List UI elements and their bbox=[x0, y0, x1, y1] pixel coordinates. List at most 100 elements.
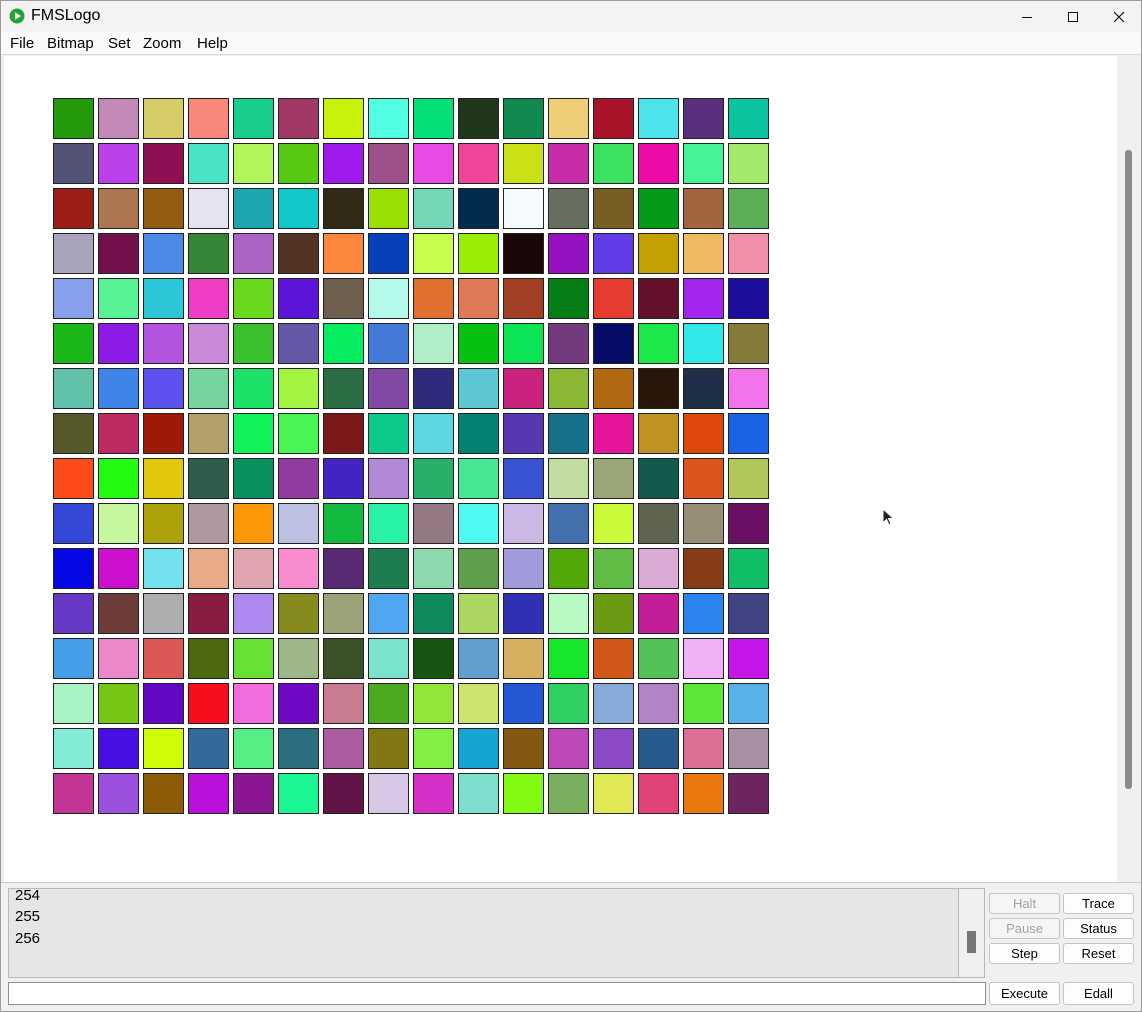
history-line[interactable]: 256 bbox=[15, 929, 40, 949]
color-swatch bbox=[143, 728, 184, 769]
color-swatch bbox=[593, 593, 634, 634]
menu-bitmap[interactable]: Bitmap bbox=[46, 35, 95, 52]
color-swatch bbox=[413, 188, 454, 229]
color-swatch bbox=[593, 323, 634, 364]
color-swatch bbox=[188, 188, 229, 229]
title-bar[interactable]: FMSLogo bbox=[1, 1, 1141, 32]
color-swatch bbox=[503, 458, 544, 499]
execute-button[interactable]: Execute bbox=[989, 982, 1060, 1005]
color-swatch bbox=[728, 728, 769, 769]
color-swatch bbox=[368, 503, 409, 544]
color-swatch bbox=[143, 278, 184, 319]
color-swatch bbox=[638, 503, 679, 544]
close-button[interactable] bbox=[1096, 1, 1142, 32]
color-swatch bbox=[503, 413, 544, 454]
color-swatch bbox=[233, 593, 274, 634]
color-swatch bbox=[593, 728, 634, 769]
canvas-scroll-thumb[interactable] bbox=[1125, 150, 1132, 789]
color-swatch bbox=[638, 728, 679, 769]
color-swatch bbox=[233, 773, 274, 814]
color-swatch bbox=[233, 368, 274, 409]
command-input[interactable] bbox=[8, 982, 986, 1005]
step-button[interactable]: Step bbox=[989, 943, 1060, 964]
color-swatch bbox=[638, 143, 679, 184]
color-swatch bbox=[413, 593, 454, 634]
color-swatch bbox=[323, 548, 364, 589]
color-swatch bbox=[413, 503, 454, 544]
minimize-button[interactable] bbox=[1004, 1, 1050, 32]
commander-history-list[interactable]: 254 255 256 bbox=[8, 888, 959, 978]
color-swatch bbox=[728, 773, 769, 814]
color-swatch bbox=[548, 683, 589, 724]
color-swatch bbox=[233, 638, 274, 679]
menu-help[interactable]: Help bbox=[196, 35, 229, 52]
menu-zoom[interactable]: Zoom bbox=[142, 35, 182, 52]
menu-file[interactable]: File bbox=[9, 35, 35, 52]
color-swatch bbox=[53, 458, 94, 499]
color-swatch bbox=[278, 413, 319, 454]
color-swatch bbox=[323, 368, 364, 409]
color-swatch bbox=[53, 593, 94, 634]
color-swatch bbox=[683, 593, 724, 634]
color-swatch bbox=[143, 773, 184, 814]
color-swatch bbox=[98, 413, 139, 454]
color-swatch bbox=[278, 458, 319, 499]
color-swatch bbox=[98, 503, 139, 544]
edall-button[interactable]: Edall bbox=[1063, 982, 1134, 1005]
color-swatch bbox=[548, 143, 589, 184]
history-scrollbar[interactable] bbox=[959, 888, 985, 978]
color-swatch bbox=[53, 728, 94, 769]
color-swatch bbox=[503, 368, 544, 409]
color-swatch bbox=[53, 368, 94, 409]
drawing-canvas[interactable] bbox=[4, 56, 1117, 882]
color-swatch bbox=[683, 413, 724, 454]
color-swatch bbox=[458, 233, 499, 274]
color-swatch bbox=[548, 188, 589, 229]
reset-button[interactable]: Reset bbox=[1063, 943, 1134, 964]
maximize-button[interactable] bbox=[1050, 1, 1096, 32]
fmslogo-window: FMSLogo File Bitmap Set Zoom Help 254 25… bbox=[0, 0, 1142, 1012]
color-swatch bbox=[683, 458, 724, 499]
halt-button[interactable]: Halt bbox=[989, 893, 1060, 914]
color-swatch bbox=[548, 413, 589, 454]
color-swatch bbox=[458, 368, 499, 409]
status-button[interactable]: Status bbox=[1063, 918, 1134, 939]
history-line[interactable]: 254 bbox=[15, 889, 40, 906]
color-swatch bbox=[188, 278, 229, 319]
color-swatch bbox=[683, 548, 724, 589]
color-swatch bbox=[53, 143, 94, 184]
color-swatch bbox=[368, 143, 409, 184]
canvas-vertical-scrollbar[interactable] bbox=[1117, 56, 1139, 882]
color-swatch bbox=[413, 638, 454, 679]
color-swatch bbox=[503, 188, 544, 229]
trace-button[interactable]: Trace bbox=[1063, 893, 1134, 914]
color-swatch bbox=[233, 278, 274, 319]
history-scroll-thumb[interactable] bbox=[967, 931, 976, 953]
color-swatch bbox=[638, 413, 679, 454]
history-line[interactable]: 255 bbox=[15, 907, 40, 927]
color-swatch bbox=[278, 728, 319, 769]
color-swatch bbox=[458, 413, 499, 454]
color-swatch bbox=[323, 278, 364, 319]
color-swatch bbox=[413, 728, 454, 769]
color-swatch bbox=[368, 683, 409, 724]
color-swatch bbox=[98, 143, 139, 184]
color-swatch bbox=[503, 548, 544, 589]
color-swatch bbox=[53, 188, 94, 229]
color-swatch bbox=[503, 728, 544, 769]
color-swatch bbox=[503, 503, 544, 544]
mouse-pointer-icon bbox=[882, 508, 895, 526]
color-swatch bbox=[638, 458, 679, 499]
color-swatch bbox=[323, 503, 364, 544]
menu-set[interactable]: Set bbox=[107, 35, 132, 52]
color-swatch bbox=[728, 323, 769, 364]
color-swatch bbox=[593, 548, 634, 589]
color-swatch bbox=[188, 773, 229, 814]
color-swatch bbox=[683, 323, 724, 364]
color-swatch bbox=[638, 368, 679, 409]
color-swatch bbox=[278, 773, 319, 814]
color-swatch bbox=[593, 188, 634, 229]
color-swatch bbox=[98, 548, 139, 589]
color-swatch bbox=[548, 728, 589, 769]
pause-button[interactable]: Pause bbox=[989, 918, 1060, 939]
